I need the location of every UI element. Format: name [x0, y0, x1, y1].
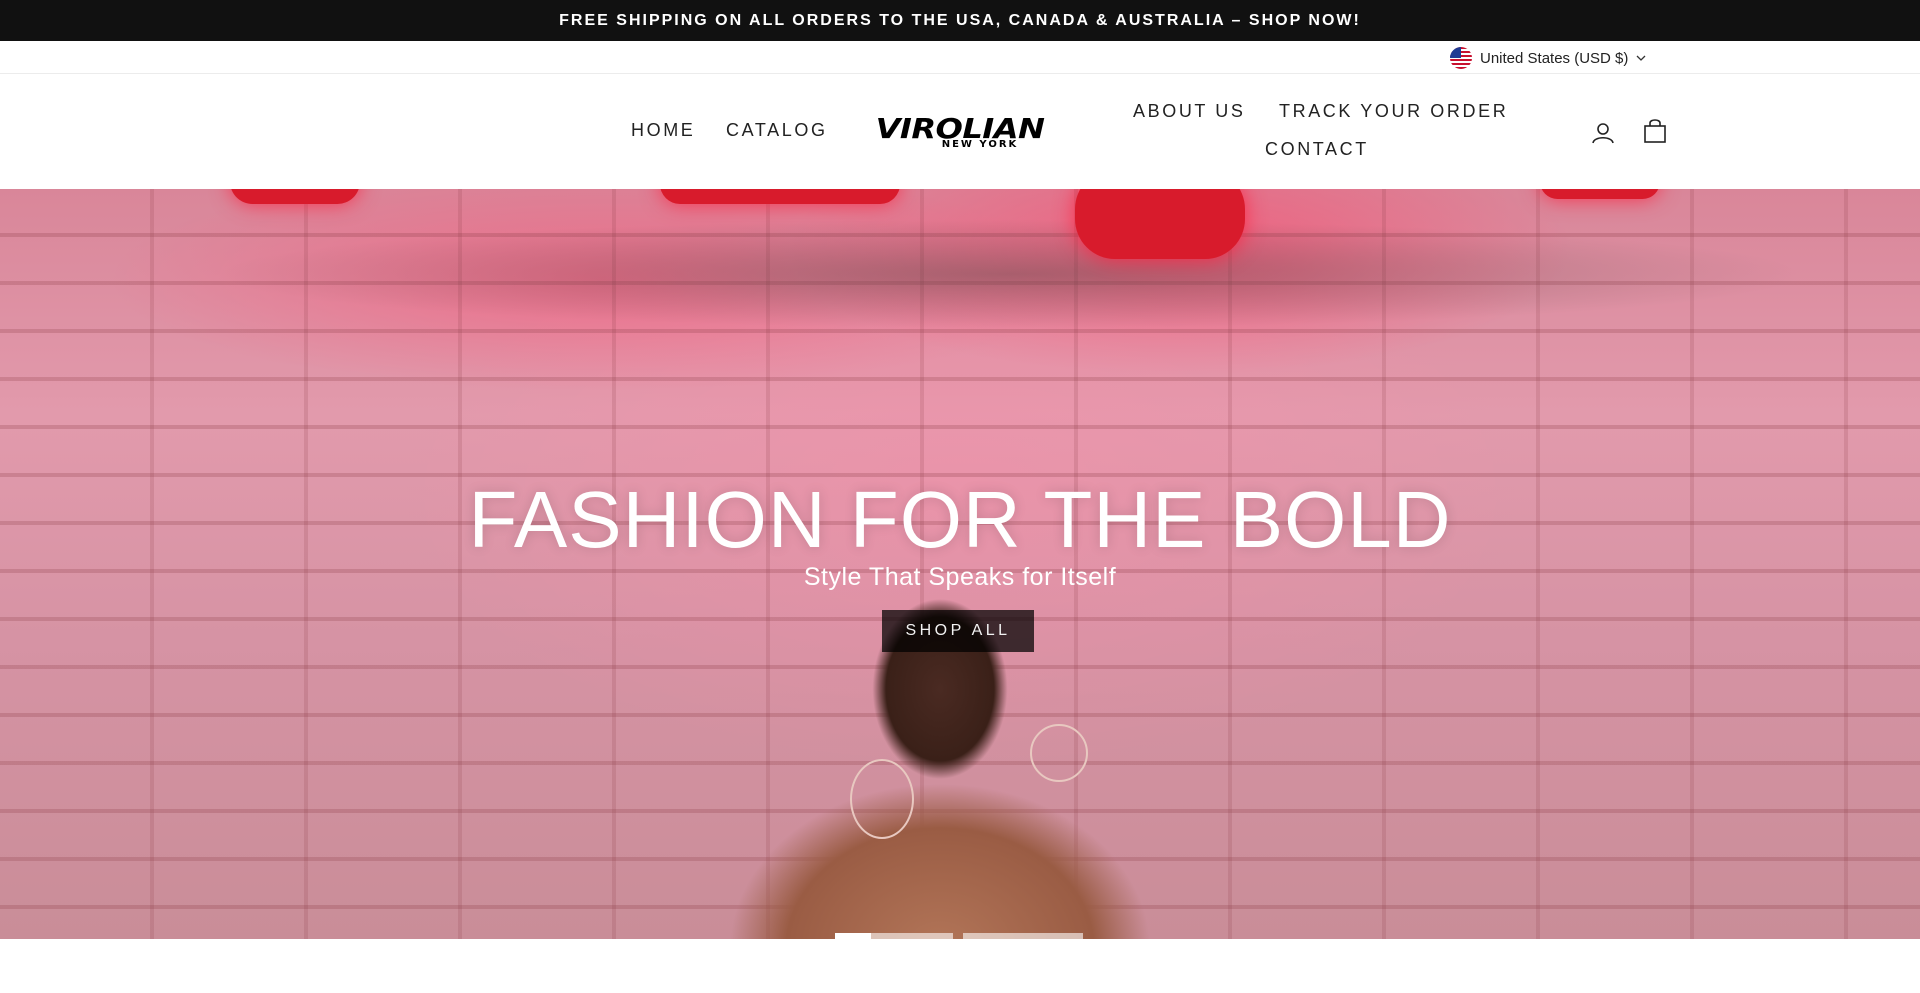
announcement-bar[interactable]: FREE SHIPPING ON ALL ORDERS TO THE USA, … [0, 0, 1920, 41]
hero-slideshow[interactable]: FASHION FOR THE BOLD Style That Speaks f… [0, 189, 1920, 939]
slideshow-pagination [835, 933, 1083, 939]
hero-subtitle: Style That Speaks for Itself [803, 563, 1117, 591]
bag-icon[interactable] [1642, 117, 1670, 145]
shop-all-button[interactable]: SHOP ALL [882, 610, 1034, 652]
us-flag-icon [1450, 47, 1472, 69]
neon-sign-right [1540, 189, 1660, 199]
nav-contact[interactable]: CONTACT [1265, 139, 1369, 160]
nav-about-us[interactable]: ABOUT US [1133, 101, 1246, 122]
slide-dot[interactable] [871, 933, 953, 939]
neon-sign-left [230, 189, 360, 204]
announcement-text[interactable]: FREE SHIPPING ON ALL ORDERS TO THE USA, … [559, 12, 1361, 30]
currency-label: United States (USD $) [1480, 49, 1629, 67]
logo-wordmark: VIROLIAN [875, 112, 1045, 145]
hero-title: FASHION FOR THE BOLD [468, 475, 1452, 564]
earring-left [850, 759, 914, 839]
slide-dot[interactable] [835, 933, 871, 939]
nav-home[interactable]: HOME [631, 120, 695, 141]
nav-catalog[interactable]: CATALOG [726, 120, 828, 141]
currency-selector[interactable]: United States (USD $) [1450, 47, 1646, 69]
neon-sign-lips [1075, 189, 1245, 259]
earring-right [1030, 724, 1088, 782]
chevron-down-icon [1636, 50, 1646, 67]
slide-dot[interactable] [963, 933, 1083, 939]
user-icon[interactable] [1590, 120, 1618, 148]
site-header: HOME CATALOG VIROLIAN NEW YORK ABOUT US … [0, 74, 1920, 189]
neon-shadow [210, 219, 1810, 329]
utility-bar: United States (USD $) [0, 41, 1920, 74]
neon-sign-center [660, 189, 900, 204]
nav-track-order[interactable]: TRACK YOUR ORDER [1279, 101, 1508, 122]
brand-logo[interactable]: VIROLIAN NEW YORK [875, 115, 1045, 156]
